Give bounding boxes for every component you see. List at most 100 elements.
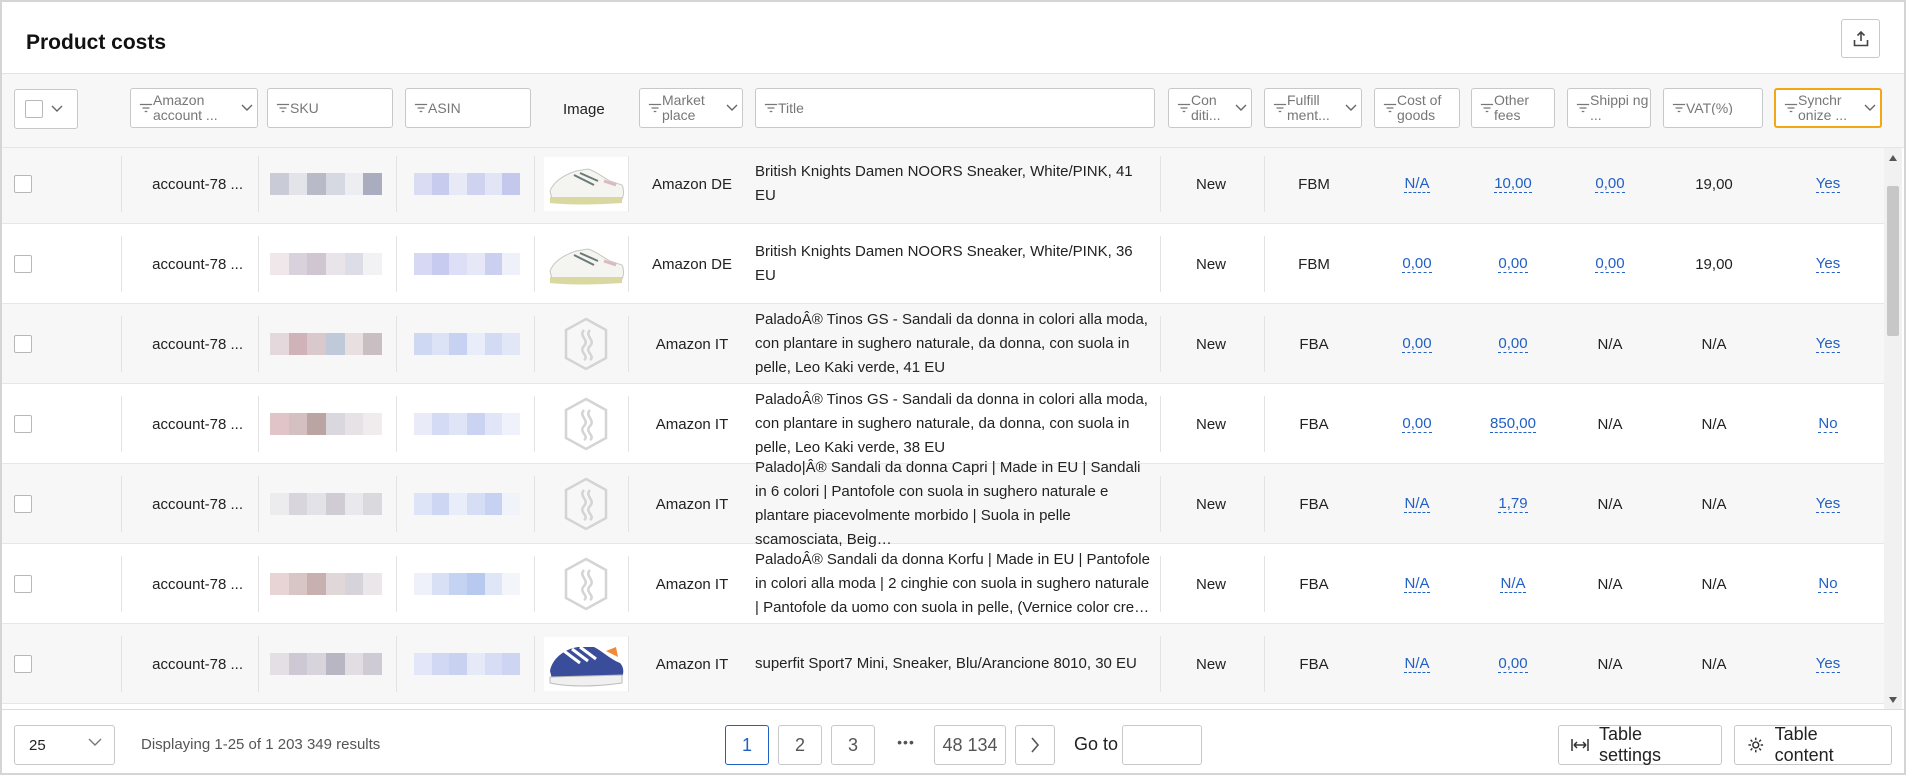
other-fees-link[interactable]: 1,79 [1498,495,1528,513]
filter-asin[interactable]: ASIN [405,88,531,128]
next-page-button[interactable] [1015,725,1055,765]
cost-of-goods-link[interactable]: 0,00 [1402,255,1432,273]
cost-cell[interactable]: 0,00 [1370,304,1464,384]
synchronize-cell[interactable]: No [1772,384,1884,464]
page-button-2[interactable]: 2 [778,725,822,765]
cost-cell[interactable]: N/A [1370,148,1464,224]
scrollbar-thumb[interactable] [1887,186,1899,336]
filter-marketplace[interactable]: Market place [639,88,743,128]
other-fees-link[interactable]: N/A [1500,575,1526,593]
row-checkbox-cell[interactable] [14,224,38,304]
fulfillment-value: FBA [1299,495,1329,513]
shipping-cell[interactable]: 0,00 [1564,224,1656,304]
row-checkbox-cell[interactable] [14,464,38,544]
cost-of-goods-link[interactable]: N/A [1404,655,1430,673]
other-fees-cell[interactable]: N/A [1466,544,1560,624]
row-checkbox[interactable] [14,415,32,433]
other-fees-cell[interactable]: 1,79 [1466,464,1560,544]
sneaker-white-image [544,237,628,291]
synchronize-link[interactable]: No [1818,415,1838,433]
cost-cell[interactable]: N/A [1370,624,1464,704]
table-row[interactable]: account-78 ... Amazon DE British Knights D… [2,224,1884,304]
synchronize-link[interactable]: Yes [1815,655,1841,673]
synchronize-cell[interactable]: No [1772,544,1884,624]
other-fees-link[interactable]: 10,00 [1494,175,1532,193]
select-all-dropdown[interactable] [14,89,78,129]
synchronize-cell[interactable]: Yes [1772,464,1884,544]
row-checkbox[interactable] [14,255,32,273]
filter-title[interactable]: Title [755,88,1155,128]
filter-icon [756,102,778,114]
row-checkbox[interactable] [14,335,32,353]
table-row[interactable]: account-78 ... Amazon IT Palado|Â® Sandali… [2,459,1884,548]
table-row[interactable]: account-78 ... Amazon DE British Knights D… [2,148,1884,224]
cost-of-goods-link[interactable]: N/A [1404,495,1430,513]
synchronize-link[interactable]: Yes [1815,255,1841,273]
cost-of-goods-link[interactable]: 0,00 [1402,415,1432,433]
row-checkbox[interactable] [14,575,32,593]
filter-sku[interactable]: SKU [267,88,393,128]
synchronize-link[interactable]: No [1818,575,1838,593]
other-fees-cell[interactable]: 0,00 [1466,624,1560,704]
page-button-3[interactable]: 3 [831,725,875,765]
synchronize-cell[interactable]: Yes [1772,624,1884,704]
other-fees-cell[interactable]: 0,00 [1466,304,1560,384]
row-checkbox[interactable] [14,495,32,513]
cost-cell[interactable]: 0,00 [1370,224,1464,304]
row-checkbox[interactable] [14,655,32,673]
vertical-scrollbar[interactable] [1884,148,1902,709]
condition-cell: New [1164,464,1258,544]
table-settings-button[interactable]: Table settings [1558,724,1722,765]
goto-page-input[interactable] [1122,725,1202,765]
page-size-select[interactable]: 25 [14,725,115,765]
row-checkbox-cell[interactable] [14,544,38,624]
synchronize-link[interactable]: Yes [1815,175,1841,193]
table-row[interactable]: account-78 ... Amazon IT PaladoÂ® Sandali … [2,544,1884,624]
filter-vat[interactable]: VAT(%) [1663,88,1763,128]
account-value: account-78 ... [152,415,243,433]
other-fees-link[interactable]: 850,00 [1490,415,1536,433]
row-checkbox-cell[interactable] [14,624,38,704]
table-row[interactable]: account-78 ... Amazon IT PaladoÂ® Tinos GS… [2,384,1884,464]
filter-synchronize[interactable]: Synchr onize ... [1774,88,1882,128]
other-fees-cell[interactable]: 10,00 [1466,148,1560,224]
synchronize-cell[interactable]: Yes [1772,224,1884,304]
shipping-link[interactable]: 0,00 [1595,175,1625,193]
row-checkbox-cell[interactable] [14,304,38,384]
select-all-checkbox[interactable] [25,100,43,118]
cost-cell[interactable]: N/A [1370,544,1464,624]
filter-other-fees[interactable]: Other fees [1471,88,1555,128]
filter-condition[interactable]: Con diti... [1168,88,1252,128]
synchronize-cell[interactable]: Yes [1772,148,1884,224]
other-fees-cell[interactable]: 850,00 [1466,384,1560,464]
row-checkbox-cell[interactable] [14,384,38,464]
fulfillment-cell: FBM [1266,148,1362,224]
filter-shipping[interactable]: Shippi ng ... [1567,88,1651,128]
cost-of-goods-link[interactable]: N/A [1404,575,1430,593]
shipping-cell[interactable]: 0,00 [1564,148,1656,224]
shipping-link[interactable]: 0,00 [1595,255,1625,273]
filter-amazon-account[interactable]: Amazon account ... [130,88,258,128]
other-fees-link[interactable]: 0,00 [1498,335,1528,353]
table-content-button[interactable]: Table content [1734,724,1892,765]
page-button-last[interactable]: 48 134 [934,725,1006,765]
other-fees-cell[interactable]: 0,00 [1466,224,1560,304]
filter-cost-of-goods[interactable]: Cost of goods [1374,88,1460,128]
export-button[interactable] [1841,19,1880,58]
synchronize-link[interactable]: Yes [1815,495,1841,513]
other-fees-link[interactable]: 0,00 [1498,255,1528,273]
cost-cell[interactable]: 0,00 [1370,384,1464,464]
cost-cell[interactable]: N/A [1370,464,1464,544]
table-row[interactable]: account-78 ... Amazon IT PaladoÂ® Tinos GS… [2,304,1884,384]
other-fees-link[interactable]: 0,00 [1498,655,1528,673]
filter-fulfillment[interactable]: Fulfill ment... [1264,88,1362,128]
synchronize-cell[interactable]: Yes [1772,304,1884,384]
column-separator [396,476,397,532]
row-checkbox-cell[interactable] [14,148,38,224]
table-row[interactable]: account-78 ... Amazon IT superfit Sport7 M… [2,624,1884,704]
synchronize-link[interactable]: Yes [1815,335,1841,353]
cost-of-goods-link[interactable]: 0,00 [1402,335,1432,353]
row-checkbox[interactable] [14,175,32,193]
page-button-1[interactable]: 1 [725,725,769,765]
cost-of-goods-link[interactable]: N/A [1404,175,1430,193]
